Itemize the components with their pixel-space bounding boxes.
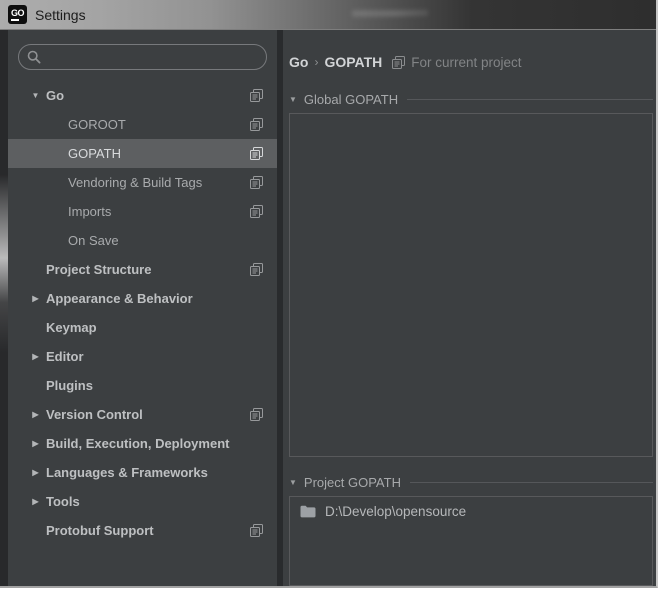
sidebar-item-label: Plugins [46,378,93,393]
sidebar-item-label: Keymap [46,320,97,335]
sidebar-item-appearance-behavior[interactable]: ▶ Appearance & Behavior [8,284,277,313]
chevron-right-icon[interactable]: ▶ [29,294,42,303]
per-project-copy-icon [392,56,405,69]
breadcrumb: Go › GOPATH For current project [289,30,653,74]
search-input[interactable] [47,49,258,66]
sidebar-item-label: GOROOT [68,117,126,132]
sidebar-item-plugins[interactable]: Plugins [8,371,277,400]
sidebar-item-imports[interactable]: Imports [8,197,277,226]
sidebar-item-vendoring-build-tags[interactable]: Vendoring & Build Tags [8,168,277,197]
settings-tree: ▼ Go GOROOT GOPATH Vendoring & Build Tags Imp… [8,81,277,545]
copy-icon [250,118,263,131]
go-logo-text: GO [11,9,24,18]
sidebar-item-label: Protobuf Support [46,523,154,538]
sidebar-item-label: Tools [46,494,80,509]
sidebar-item-label: On Save [68,233,119,248]
search-icon [27,50,41,64]
breadcrumb-separator: › [314,55,318,69]
sidebar-item-languages-frameworks[interactable]: ▶ Languages & Frameworks [8,458,277,487]
left-edge-glare [0,30,8,586]
copy-icon [250,263,263,276]
background-glare-artifact [352,7,428,20]
sidebar-item-build-execution-deployment[interactable]: ▶ Build, Execution, Deployment [8,429,277,458]
triangle-down-icon[interactable]: ▼ [289,478,297,487]
titlebar[interactable]: GO Settings [0,0,656,30]
section-rule [407,99,653,100]
sidebar-item-label: Editor [46,349,84,364]
settings-dialog: GO Settings ▼ Go GOROOT GOPATH Vendoring & B… [0,0,658,588]
sidebar-item-protobuf-support[interactable]: Protobuf Support [8,516,277,545]
screenshot-root: GO Settings ▼ Go GOROOT GOPATH Vendoring & B… [0,0,660,595]
copy-icon [392,56,405,69]
sidebar-item-label: GOPATH [68,146,121,161]
breadcrumb-note: For current project [411,55,521,70]
chevron-down-icon[interactable]: ▼ [29,91,42,100]
settings-sidebar: ▼ Go GOROOT GOPATH Vendoring & Build Tags Imp… [8,30,277,586]
copy-icon [250,89,263,102]
sidebar-item-editor[interactable]: ▶ Editor [8,342,277,371]
chevron-right-icon[interactable]: ▶ [29,468,42,477]
chevron-right-icon[interactable]: ▶ [29,352,42,361]
project-gopath-list[interactable]: D:\Develop\opensource [289,496,653,586]
search-box[interactable] [18,44,267,70]
sidebar-item-on-save[interactable]: On Save [8,226,277,255]
sidebar-item-goroot[interactable]: GOROOT [8,110,277,139]
sidebar-item-label: Build, Execution, Deployment [46,436,229,451]
sidebar-item-label: Appearance & Behavior [46,291,193,306]
window-title: Settings [35,7,86,23]
sidebar-item-go[interactable]: ▼ Go [8,81,277,110]
section-title: Global GOPATH [304,92,398,107]
sidebar-item-keymap[interactable]: Keymap [8,313,277,342]
sidebar-item-label: Vendoring & Build Tags [68,175,202,190]
chevron-right-icon[interactable]: ▶ [29,497,42,506]
sidebar-item-label: Go [46,88,64,103]
go-logo-icon: GO [8,5,27,24]
triangle-down-icon[interactable]: ▼ [289,95,297,104]
chevron-right-icon[interactable]: ▶ [29,410,42,419]
section-global-gopath[interactable]: ▼ Global GOPATH [289,90,653,108]
copy-icon [250,205,263,218]
go-logo-dash [11,19,19,21]
sidebar-item-tools[interactable]: ▶ Tools [8,487,277,516]
sidebar-item-label: Imports [68,204,111,219]
section-rule [410,482,653,483]
gopath-entry-path: D:\Develop\opensource [325,504,466,519]
dialog-content: ▼ Go GOROOT GOPATH Vendoring & Build Tags Imp… [0,30,656,586]
sidebar-item-label: Project Structure [46,262,151,277]
sidebar-item-label: Version Control [46,407,143,422]
section-title: Project GOPATH [304,475,401,490]
section-project-gopath[interactable]: ▼ Project GOPATH [289,473,653,491]
copy-icon [250,524,263,537]
breadcrumb-parent[interactable]: Go [289,54,308,70]
copy-icon [250,147,263,160]
gopath-entry[interactable]: D:\Develop\opensource [290,497,652,526]
folder-icon [300,505,316,518]
chevron-right-icon[interactable]: ▶ [29,439,42,448]
global-gopath-list[interactable] [289,113,653,457]
settings-main-panel: Go › GOPATH For current project ▼ Global… [283,30,656,586]
sidebar-item-version-control[interactable]: ▶ Version Control [8,400,277,429]
sidebar-item-gopath[interactable]: GOPATH [8,139,277,168]
copy-icon [250,176,263,189]
copy-icon [250,408,263,421]
sidebar-item-label: Languages & Frameworks [46,465,208,480]
breadcrumb-current: GOPATH [324,54,382,70]
sidebar-item-project-structure[interactable]: Project Structure [8,255,277,284]
